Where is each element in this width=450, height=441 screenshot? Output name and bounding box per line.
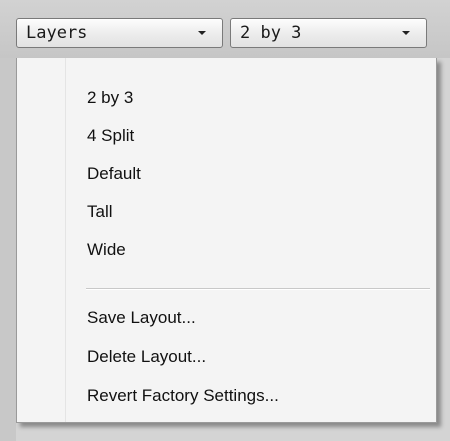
menu-item-layout-tall[interactable]: Tall (87, 200, 113, 224)
layout-dropdown[interactable]: 2 by 3 (230, 18, 427, 48)
menu-item-delete-layout[interactable]: Delete Layout... (87, 345, 206, 369)
chevron-down-icon (402, 31, 410, 35)
menu-gutter-divider (65, 58, 66, 422)
menu-item-revert-factory-settings[interactable]: Revert Factory Settings... (87, 384, 279, 408)
menu-item-layout-wide[interactable]: Wide (87, 238, 126, 262)
menu-separator (86, 288, 430, 290)
layers-dropdown[interactable]: Layers (16, 18, 223, 48)
menu-item-layout-4-split[interactable]: 4 Split (87, 124, 134, 148)
menu-item-layout-2-by-3[interactable]: 2 by 3 (87, 86, 133, 110)
chevron-down-icon (198, 31, 206, 35)
layout-menu: 2 by 3 4 Split Default Tall Wide Save La… (16, 58, 437, 423)
layers-dropdown-value: Layers (26, 23, 88, 43)
background-panel (0, 58, 16, 441)
menu-item-layout-default[interactable]: Default (87, 162, 141, 186)
layout-dropdown-value: 2 by 3 (240, 23, 302, 43)
toolbar: Layers 2 by 3 (0, 0, 450, 58)
menu-item-save-layout[interactable]: Save Layout... (87, 306, 196, 330)
